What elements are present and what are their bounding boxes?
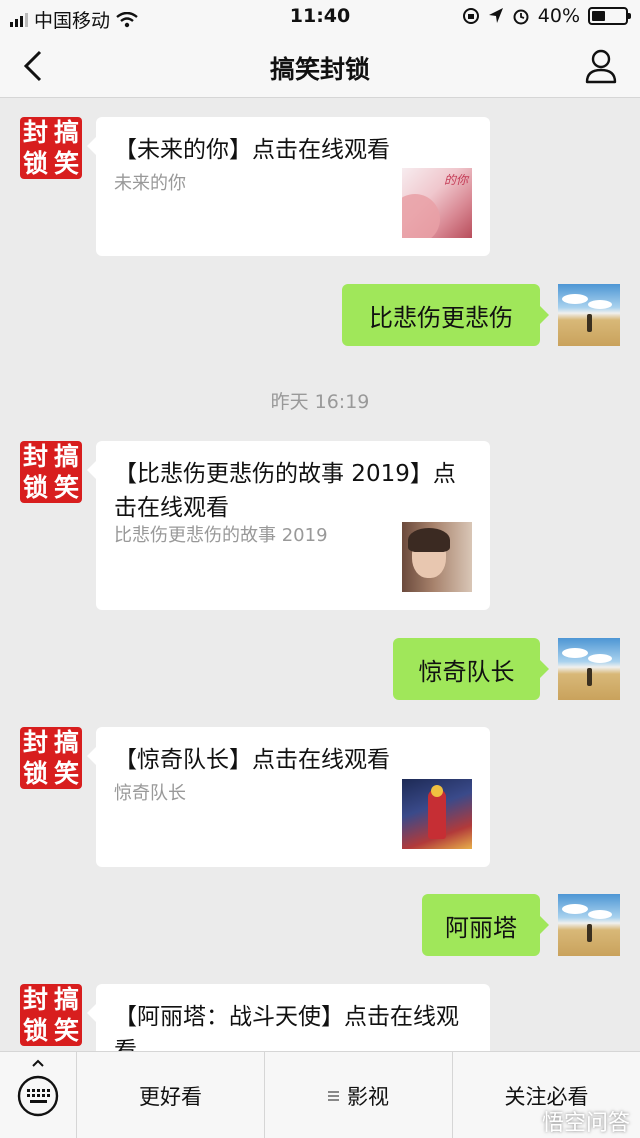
seal-char: 锁 xyxy=(22,473,48,502)
seal-char: 笑 xyxy=(53,473,79,502)
account-avatar[interactable]: 搞 笑 封 锁 xyxy=(20,984,82,1046)
menu-item-movies[interactable]: 影视 xyxy=(264,1052,452,1138)
card-title: 【未来的你】点击在线观看 xyxy=(114,137,390,163)
article-card[interactable]: 【阿丽塔：战斗天使】点击在线观看 xyxy=(87,984,490,1051)
card-title: 【比悲伤更悲伤的故事 2019】点击在线观看 xyxy=(114,461,456,521)
seal-char: 搞 xyxy=(53,442,79,471)
message-bubble[interactable]: 阿丽塔 xyxy=(422,894,549,956)
seal-char: 封 xyxy=(22,985,48,1014)
user-avatar[interactable] xyxy=(558,638,620,700)
article-card[interactable]: 【比悲伤更悲伤的故事 2019】点击在线观看 比悲伤更悲伤的故事 2019 xyxy=(87,441,490,610)
status-right: 40% xyxy=(462,5,631,27)
seal-char: 笑 xyxy=(53,149,79,178)
article-card[interactable]: 【未来的你】点击在线观看 未来的你 的你 xyxy=(87,117,490,256)
message-timestamp: 昨天 16:19 xyxy=(270,391,370,413)
card-title: 【阿丽塔：战斗天使】点击在线观看 xyxy=(114,1004,459,1051)
card-title: 【惊奇队长】点击在线观看 xyxy=(114,747,390,773)
menu-item-more-fun[interactable]: 更好看 xyxy=(76,1052,264,1138)
location-icon xyxy=(488,8,503,23)
seal-char: 搞 xyxy=(53,985,79,1014)
chat-title: 搞笑封锁 xyxy=(269,55,370,84)
alarm-icon xyxy=(513,9,529,25)
seal-char: 锁 xyxy=(22,1016,48,1045)
movie-poster-thumbnail xyxy=(402,522,472,592)
seal-char: 笑 xyxy=(53,1016,79,1045)
user-avatar[interactable] xyxy=(558,894,620,956)
poster-text: 的你 xyxy=(443,173,468,187)
seal-char: 封 xyxy=(22,728,48,757)
seal-char: 搞 xyxy=(53,728,79,757)
battery-percent: 40% xyxy=(537,5,580,27)
movie-poster-thumbnail xyxy=(402,779,472,849)
account-avatar[interactable]: 搞 笑 封 锁 xyxy=(20,727,82,789)
seal-char: 封 xyxy=(22,442,48,471)
menu-item-label: 更好看 xyxy=(139,1084,202,1109)
battery-icon xyxy=(588,7,631,25)
seal-char: 笑 xyxy=(53,759,79,788)
user-avatar[interactable] xyxy=(558,284,620,346)
profile-icon[interactable] xyxy=(584,48,618,84)
card-description: 比悲伤更悲伤的故事 2019 xyxy=(114,525,328,546)
movie-poster-thumbnail: 的你 xyxy=(402,168,472,238)
seal-char: 锁 xyxy=(22,759,48,788)
seal-char: 搞 xyxy=(53,118,79,147)
seal-char: 封 xyxy=(22,118,48,147)
keyboard-toggle-icon[interactable] xyxy=(0,1052,76,1138)
nav-bar: 搞笑封锁 xyxy=(0,34,640,98)
account-avatar[interactable]: 搞 笑 封 锁 xyxy=(20,117,82,179)
menu-item-label: 影视 xyxy=(347,1084,389,1109)
seal-char: 锁 xyxy=(22,149,48,178)
account-avatar[interactable]: 搞 笑 封 锁 xyxy=(20,441,82,503)
message-bubble[interactable]: 惊奇队长 xyxy=(393,638,549,700)
status-bar: 中国移动 11:40 40% xyxy=(0,0,640,34)
card-description: 惊奇队长 xyxy=(114,783,186,804)
submenu-icon xyxy=(328,1089,339,1103)
chat-area[interactable]: 搞 笑 封 锁 【未来的你】点击在线观看 未来的你 的你 比悲伤更悲伤 昨天 1… xyxy=(0,99,640,1051)
rotation-lock-icon xyxy=(462,8,479,24)
article-card[interactable]: 【惊奇队长】点击在线观看 惊奇队长 xyxy=(87,727,490,867)
watermark: 悟空问答 xyxy=(541,1111,630,1136)
message-bubble[interactable]: 比悲伤更悲伤 xyxy=(342,284,549,346)
card-description: 未来的你 xyxy=(114,173,186,194)
